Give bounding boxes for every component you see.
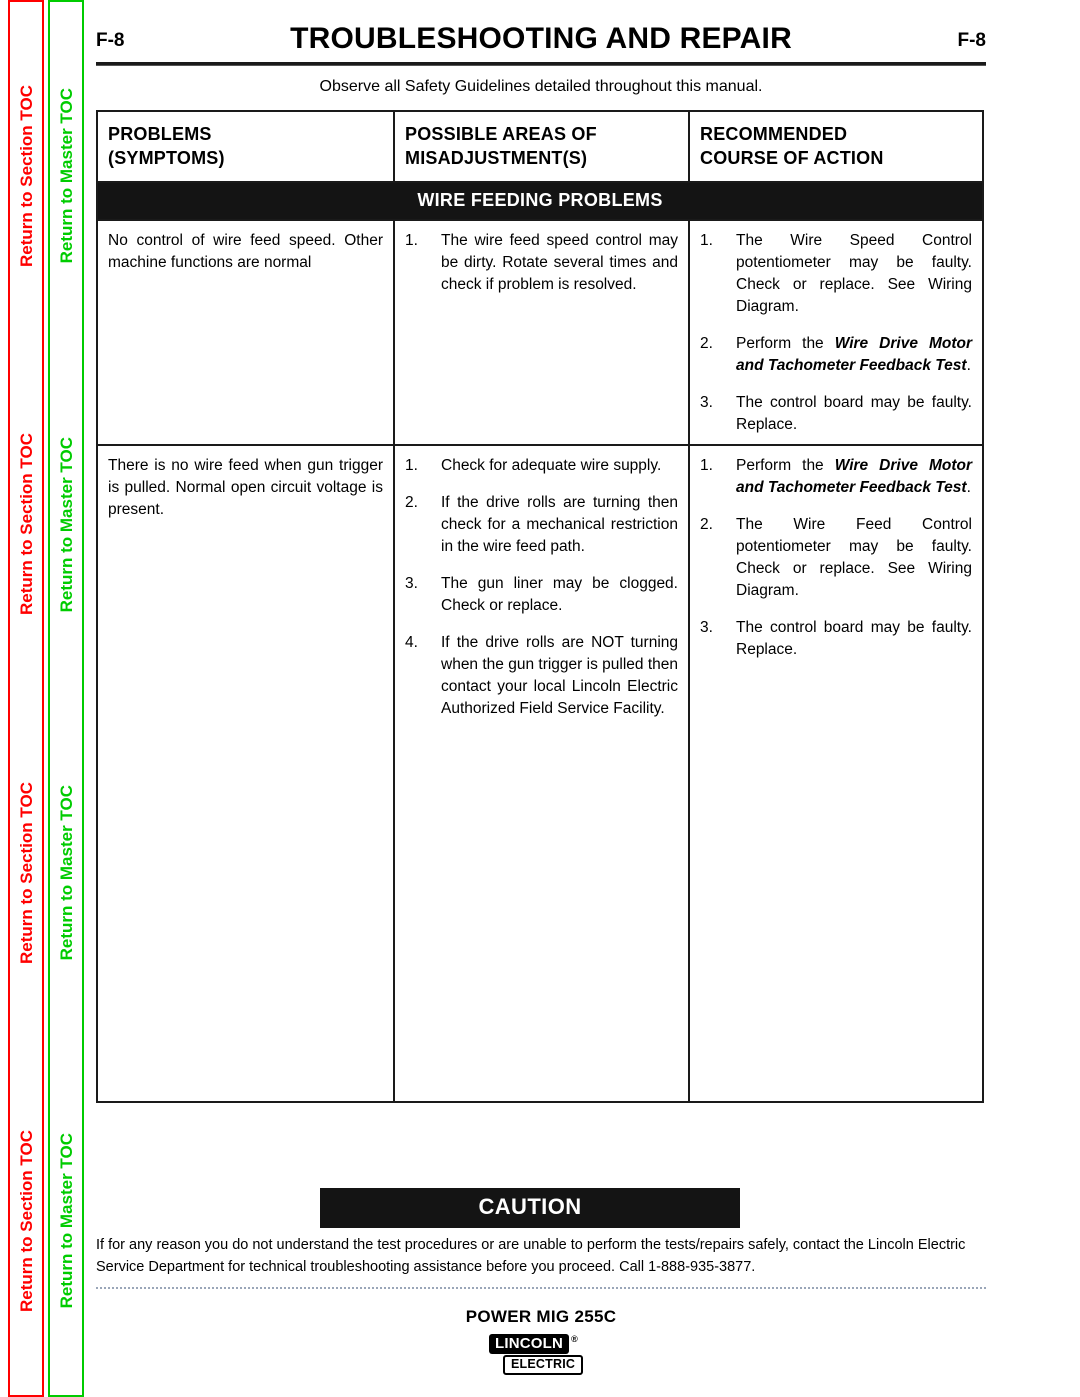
cell-recommended-action: 1. Perform the Wire Drive Motor and Tach… (690, 446, 982, 1101)
list-item-number: 1. (700, 456, 713, 474)
list-item-number: 3. (700, 393, 713, 411)
symptom-text: There is no wire feed when gun trigger i… (108, 456, 383, 518)
sidebar-return-to-master-toc[interactable]: Return to Master TOC Return to Master TO… (48, 0, 84, 1397)
list-item-text: If the drive rolls are NOT turning when … (441, 633, 678, 717)
caution-text: If for any reason you do not understand … (96, 1237, 966, 1276)
list-item: 1. Perform the Wire Drive Motor and Tach… (700, 455, 972, 499)
section-banner-wire-feeding-problems: WIRE FEEDING PROBLEMS (98, 182, 982, 221)
brand-logo: LINCOLN ® ELECTRIC (96, 1334, 986, 1376)
symptom-text: No control of wire feed speed. Other mac… (108, 231, 383, 271)
sidebar-item-section-toc[interactable]: Return to Section TOC (17, 433, 36, 615)
list-item: 2. The Wire Feed Control potentiometer m… (700, 514, 972, 602)
list-item-text: The gun liner may be clogged. Check or r… (441, 574, 678, 614)
list-item-number: 2. (700, 515, 713, 533)
logo-electric-text: ELECTRIC (503, 1355, 584, 1376)
footer-model-name: POWER MIG 255C (465, 1307, 617, 1326)
table-header-row: PROBLEMS (SYMPTOMS) POSSIBLE AREAS OF MI… (98, 112, 982, 183)
column-header-problems-line1: PROBLEMS (108, 124, 212, 144)
sidebar-item-master-toc[interactable]: Return to Master TOC (57, 1133, 76, 1308)
logo-top-row: LINCOLN ® (489, 1334, 593, 1355)
cell-recommended-action: 1. The Wire Speed Control potentiometer … (690, 221, 982, 444)
list-item: 1. Check for adequate wire supply. (405, 455, 678, 477)
list-item-number: 1. (405, 456, 418, 474)
page-header: F-8 TROUBLESHOOTING AND REPAIR F-8 (96, 22, 986, 62)
list-item-text: The Wire Feed Control potentiometer may … (736, 515, 972, 599)
column-header-recommended-line2: COURSE OF ACTION (700, 148, 884, 169)
column-header-recommended-line1: RECOMMENDED (700, 124, 848, 144)
footer-divider (96, 1287, 986, 1289)
list-item: 2. If the drive rolls are turning then c… (405, 492, 678, 558)
column-header-possible-areas-line1: POSSIBLE AREAS OF (405, 124, 597, 144)
list-item: 2. Perform the Wire Drive Motor and Tach… (700, 333, 972, 377)
safety-notice: Observe all Safety Guidelines detailed t… (319, 78, 763, 95)
list-item-text-suffix: . (966, 356, 971, 374)
cell-symptom: No control of wire feed speed. Other mac… (98, 220, 395, 444)
possible-areas-list: 1. Check for adequate wire supply. 2. If… (405, 455, 678, 720)
list-item-text: If the drive rolls are turning then chec… (441, 493, 678, 555)
list-item-number: 3. (700, 618, 713, 636)
sidebar-return-to-section-toc[interactable]: Return to Section TOC Return to Section … (8, 0, 44, 1397)
column-header-problems-line2: (SYMPTOMS) (108, 148, 225, 169)
page-title: TROUBLESHOOTING AND REPAIR (290, 22, 792, 55)
registered-trademark-icon: ® (571, 1334, 578, 1344)
caution-banner: CAUTION (320, 1188, 740, 1228)
list-item-number: 3. (405, 574, 418, 592)
cell-possible-areas: 1. The wire feed speed control may be di… (395, 220, 690, 444)
table-row: There is no wire feed when gun trigger i… (98, 445, 982, 1101)
column-header-possible-areas: POSSIBLE AREAS OF MISADJUSTMENT(S) (395, 112, 690, 181)
column-header-possible-areas-line2: MISADJUSTMENT(S) (405, 148, 588, 169)
page-content: F-8 TROUBLESHOOTING AND REPAIR F-8 Obser… (96, 0, 1016, 1397)
sidebar-item-master-toc[interactable]: Return to Master TOC (57, 437, 76, 612)
sidebar-item-section-toc[interactable]: Return to Section TOC (17, 782, 36, 964)
list-item: 4. If the drive rolls are NOT turning wh… (405, 632, 678, 720)
table-row: No control of wire feed speed. Other mac… (98, 220, 982, 446)
recommended-action-list: 1. The Wire Speed Control potentiometer … (700, 230, 972, 436)
list-item: 1. The wire feed speed control may be di… (405, 230, 678, 296)
list-item-text-prefix: Perform the (736, 456, 835, 474)
list-item-text: The Wire Speed Control potentiometer may… (736, 231, 972, 315)
list-item: 3. The gun liner may be clogged. Check o… (405, 573, 678, 617)
list-item-number: 1. (700, 231, 713, 249)
troubleshooting-table: PROBLEMS (SYMPTOMS) POSSIBLE AREAS OF MI… (96, 110, 984, 1103)
list-item-text: Check for adequate wire supply. (441, 456, 662, 474)
possible-areas-list: 1. The wire feed speed control may be di… (405, 230, 678, 296)
page-number-right: F-8 (957, 30, 987, 51)
sidebar-item-section-toc[interactable]: Return to Section TOC (17, 85, 36, 267)
cell-symptom: There is no wire feed when gun trigger i… (98, 445, 395, 1101)
sidebar-item-master-toc[interactable]: Return to Master TOC (57, 88, 76, 263)
list-item-text-suffix: . (966, 478, 971, 496)
list-item-number: 1. (405, 231, 418, 249)
list-item-number: 2. (700, 334, 713, 352)
column-header-problems: PROBLEMS (SYMPTOMS) (98, 112, 395, 181)
list-item-number: 4. (405, 633, 418, 651)
list-item-text: The wire feed speed control may be dirty… (441, 231, 678, 293)
recommended-action-list: 1. Perform the Wire Drive Motor and Tach… (700, 455, 972, 661)
cell-possible-areas: 1. Check for adequate wire supply. 2. If… (395, 445, 690, 1101)
lincoln-electric-logo: LINCOLN ® ELECTRIC (489, 1334, 593, 1376)
list-item: 3. The control board may be faulty. Repl… (700, 392, 972, 436)
header-divider (96, 62, 986, 66)
list-item: 1. The Wire Speed Control potentiometer … (700, 230, 972, 318)
list-item-text-prefix: Perform the (736, 334, 835, 352)
list-item-text: The control board may be faulty. Replace… (736, 393, 972, 433)
column-header-recommended: RECOMMENDED COURSE OF ACTION (690, 112, 982, 181)
list-item-text: The control board may be faulty. Replace… (736, 618, 972, 658)
sidebar-item-section-toc[interactable]: Return to Section TOC (17, 1130, 36, 1312)
list-item-number: 2. (405, 493, 418, 511)
sidebar-item-master-toc[interactable]: Return to Master TOC (57, 785, 76, 960)
logo-lincoln-text: LINCOLN (489, 1334, 570, 1355)
list-item: 3. The control board may be faulty. Repl… (700, 617, 972, 661)
